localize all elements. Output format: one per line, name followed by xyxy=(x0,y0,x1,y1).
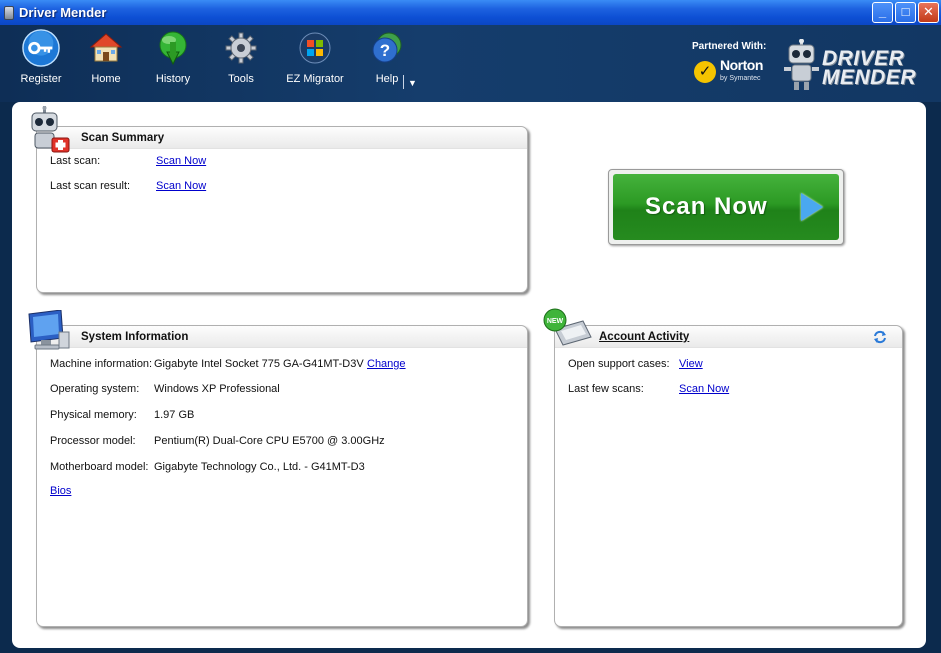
help-globe-icon: ? xyxy=(368,29,406,67)
help-dropdown-arrow-icon[interactable]: ▼ xyxy=(408,78,417,88)
support-cases-view-link[interactable]: View xyxy=(679,358,703,370)
new-badge-text: NEW xyxy=(547,318,564,325)
motherboard-value: Gigabyte Technology Co., Ltd. - G41MT-D3 xyxy=(154,461,365,473)
toolbar-home-label: Home xyxy=(91,73,121,85)
os-value: Windows XP Professional xyxy=(154,383,280,395)
computer-monitor-icon xyxy=(25,309,71,353)
last-scan-result-link[interactable]: Scan Now xyxy=(156,180,206,192)
account-activity-panel: Account Activity Open support cases: Vie… xyxy=(554,325,903,627)
title-bar: Driver Mender _ □ ✕ xyxy=(0,0,941,25)
toolbar-history[interactable]: History xyxy=(138,29,208,85)
help-separator xyxy=(403,75,404,89)
processor-label: Processor model: xyxy=(50,435,136,447)
support-cases-label: Open support cases: xyxy=(568,358,670,370)
robot-mascot-icon xyxy=(784,39,819,90)
main-content: Scan Summary Last scan: Scan Now Last sc… xyxy=(12,102,926,648)
toolbar-history-label: History xyxy=(155,73,191,85)
norton-check-icon: ✓ xyxy=(694,61,716,83)
robot-medic-icon xyxy=(28,106,72,159)
toolbar-home[interactable]: Home xyxy=(71,29,141,85)
toolbar: Register Home History Tools EZ Migrator … xyxy=(0,25,941,102)
last-scans-link[interactable]: Scan Now xyxy=(679,383,729,395)
change-machine-link[interactable]: Change xyxy=(367,358,406,370)
play-arrow-icon xyxy=(801,193,823,221)
partner-label: Partnered With: xyxy=(692,41,767,52)
bios-link[interactable]: Bios xyxy=(50,485,71,497)
motherboard-label: Motherboard model: xyxy=(50,461,149,473)
maximize-button[interactable]: □ xyxy=(895,2,916,23)
last-scans-label: Last few scans: xyxy=(568,383,644,395)
brand-line-2: MENDER xyxy=(822,66,917,89)
processor-value: Pentium(R) Dual-Core CPU E5700 @ 3.00GHz xyxy=(154,435,385,447)
windows-logo-icon xyxy=(296,29,334,67)
window-controls: _ □ ✕ xyxy=(872,2,939,23)
key-icon xyxy=(22,29,60,67)
norton-word: Norton xyxy=(720,57,763,73)
toolbar-ez-migrator-label: EZ Migrator xyxy=(286,73,344,85)
minimize-button[interactable]: _ xyxy=(872,2,893,23)
machine-info-value: Gigabyte Intel Socket 775 GA-G41MT-D3V xyxy=(154,358,364,370)
memory-value: 1.97 GB xyxy=(154,409,195,421)
scan-summary-panel: Scan Summary Last scan: Scan Now Last sc… xyxy=(36,126,528,293)
memory-label: Physical memory: xyxy=(50,409,137,421)
norton-sub: by Symantec xyxy=(720,75,761,82)
app-icon xyxy=(4,5,14,20)
refresh-icon[interactable] xyxy=(873,330,887,347)
close-button[interactable]: ✕ xyxy=(918,2,939,23)
scan-now-button[interactable]: Scan Now xyxy=(608,169,844,245)
toolbar-register[interactable]: Register xyxy=(6,29,76,85)
scan-summary-title: Scan Summary xyxy=(81,132,165,144)
toolbar-register-label: Register xyxy=(20,73,62,85)
toolbar-help[interactable]: ? Help xyxy=(352,29,422,85)
os-label: Operating system: xyxy=(50,383,140,395)
new-badge-icon: NEW xyxy=(543,307,593,350)
system-information-panel: System Information Machine information: … xyxy=(36,325,528,627)
globe-arrow-icon xyxy=(154,29,192,67)
toolbar-tools[interactable]: Tools xyxy=(206,29,276,85)
last-scan-result-label: Last scan result: xyxy=(50,180,131,192)
window-title: Driver Mender xyxy=(19,5,107,20)
svg-text:?: ? xyxy=(380,41,390,60)
driver-mender-logo: DRIVER MENDER xyxy=(784,39,929,99)
norton-logo: ✓ Norton by Symantec xyxy=(694,57,763,85)
last-scan-link[interactable]: Scan Now xyxy=(156,155,206,167)
account-activity-title[interactable]: Account Activity xyxy=(599,331,689,343)
machine-info-label: Machine information: xyxy=(50,358,153,370)
system-information-title: System Information xyxy=(81,331,189,343)
gear-icon xyxy=(222,29,260,67)
toolbar-tools-label: Tools xyxy=(228,73,254,85)
house-icon xyxy=(87,29,125,67)
scan-now-label: Scan Now xyxy=(645,193,768,220)
toolbar-ez-migrator[interactable]: EZ Migrator xyxy=(280,29,350,85)
